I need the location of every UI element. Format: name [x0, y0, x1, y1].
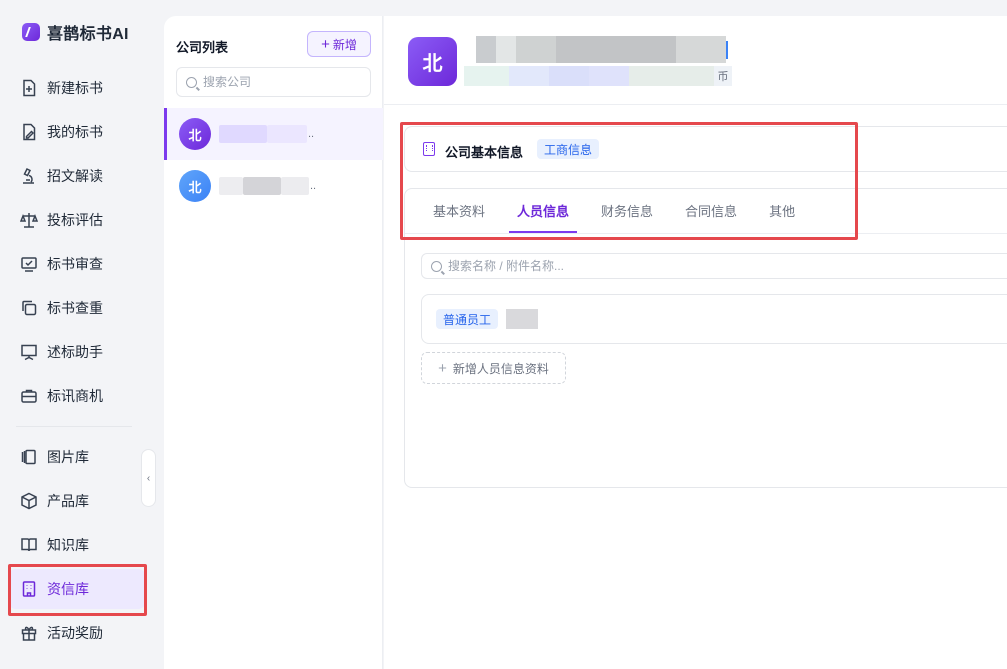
sidebar-item-bid-evaluate[interactable]: 投标评估 — [8, 200, 146, 240]
company-detail-meta-redacted: 币 — [464, 66, 732, 86]
company-name-redacted: .. — [219, 177, 316, 195]
tab-basic-data[interactable]: 基本资料 — [425, 189, 493, 233]
company-name-ellipsis: .. — [310, 180, 317, 192]
sidebar-item-tender-interpret[interactable]: 招文解读 — [8, 156, 146, 196]
microscope-icon — [20, 167, 38, 185]
sidebar-item-label: 知识库 — [47, 537, 89, 553]
sidebar-collapse-button[interactable]: ‹ — [141, 449, 156, 507]
gift-icon — [20, 624, 38, 642]
sidebar-item-credit-library[interactable]: 资信库 — [8, 569, 146, 609]
company-list-panel: 公司列表 + 新增 北 .. 北 .. — [164, 16, 383, 669]
info-tabs: 基本资料 人员信息 财务信息 合同信息 其他 — [425, 189, 819, 233]
add-company-label: 新增 — [332, 37, 357, 52]
sidebar-item-label: 标书审查 — [47, 256, 103, 272]
brand[interactable]: 喜鹊标书AI — [22, 20, 129, 44]
sidebar-item-rewards[interactable]: 活动奖励 — [8, 613, 146, 653]
company-search-box[interactable] — [176, 67, 371, 97]
info-tabs-card: 基本资料 人员信息 财务信息 合同信息 其他 普通员工 + 新增人员信息资料 — [404, 188, 1007, 488]
sidebar-item-label: 标讯商机 — [47, 388, 103, 404]
scale-icon — [20, 211, 38, 229]
gallery-icon — [20, 448, 38, 466]
tabs-divider — [405, 233, 1007, 234]
sidebar-item-label: 产品库 — [47, 493, 89, 509]
business-info-tag[interactable]: 工商信息 — [537, 139, 600, 159]
tab-personnel[interactable]: 人员信息 — [509, 189, 578, 233]
sidebar-item-new-bid[interactable]: 新建标书 — [8, 68, 146, 108]
sidebar-item-label: 资信库 — [47, 581, 89, 597]
sidebar-item-label: 活动奖励 — [47, 625, 103, 641]
sidebar-item-duplicate-check[interactable]: 标书查重 — [8, 288, 146, 328]
brand-name: 喜鹊标书AI — [47, 26, 129, 43]
sidebar-item-knowledge-library[interactable]: 知识库 — [8, 525, 146, 565]
company-detail-name-redacted — [476, 36, 728, 63]
brand-logo-icon — [22, 23, 40, 41]
personnel-list-item[interactable]: 普通员工 — [421, 294, 1007, 344]
sidebar-item-image-library[interactable]: 图片库 — [8, 437, 146, 477]
staff-type-tag: 普通员工 — [436, 309, 499, 329]
basic-info-title: 公司基本信息 — [445, 145, 524, 160]
company-detail-panel: 北 币 公司基本信息 工商信息 基本资料 人员信息 财务信息 合同信息 其他 搜… — [384, 16, 1007, 669]
add-personnel-label: 新增人员信息资料 — [452, 361, 549, 376]
header-divider — [384, 104, 1007, 105]
book-icon — [20, 536, 38, 554]
sidebar-divider — [16, 426, 132, 427]
sidebar-item-label: 述标助手 — [47, 344, 103, 360]
sidebar-item-product-library[interactable]: 产品库 — [8, 481, 146, 521]
add-personnel-button[interactable]: + 新增人员信息资料 — [421, 352, 566, 384]
sidebar-item-label: 我的标书 — [47, 124, 103, 140]
sidebar-item-my-bids[interactable]: 我的标书 — [8, 112, 146, 152]
sidebar-item-presentation[interactable]: 述标助手 — [8, 332, 146, 372]
company-avatar: 北 — [179, 170, 211, 202]
company-list-title: 公司列表 — [176, 40, 229, 55]
company-list-item[interactable]: 北 .. — [164, 160, 383, 212]
currency-label: 币 — [714, 66, 732, 86]
plus-icon: + — [321, 35, 330, 53]
building-icon — [423, 142, 435, 156]
file-edit-icon — [20, 123, 38, 141]
company-list-item[interactable]: 北 .. — [164, 108, 383, 160]
sidebar: 喜鹊标书AI 新建标书 我的标书 招文解读 投标评估 标书审查 标书查重 述标助… — [0, 0, 148, 669]
sidebar-item-label: 投标评估 — [47, 212, 103, 228]
search-icon — [186, 76, 197, 88]
tab-financial[interactable]: 财务信息 — [593, 189, 661, 233]
file-plus-icon — [20, 79, 38, 97]
company-name-ellipsis: .. — [308, 128, 315, 140]
person-name-redacted — [506, 309, 539, 329]
sidebar-item-opportunities[interactable]: 标讯商机 — [8, 376, 146, 416]
plus-icon: + — [438, 359, 447, 377]
personnel-search-box[interactable] — [421, 253, 1007, 279]
tab-contract[interactable]: 合同信息 — [677, 189, 745, 233]
sidebar-item-bid-review[interactable]: 标书审查 — [8, 244, 146, 284]
building-icon — [20, 580, 38, 598]
add-company-button[interactable]: + 新增 — [307, 31, 371, 57]
personnel-search-input[interactable] — [448, 259, 748, 273]
sidebar-item-label: 图片库 — [47, 449, 89, 465]
company-search-input[interactable] — [203, 75, 353, 89]
sidebar-item-label: 招文解读 — [47, 168, 103, 184]
basic-info-card: 公司基本信息 工商信息 — [404, 126, 1007, 172]
presentation-icon — [20, 343, 38, 361]
briefcase-icon — [20, 387, 38, 405]
monitor-check-icon — [20, 255, 38, 273]
company-detail-avatar: 北 — [408, 37, 457, 86]
search-icon — [431, 260, 442, 272]
company-avatar: 北 — [179, 118, 211, 150]
tab-other[interactable]: 其他 — [761, 189, 803, 233]
sidebar-item-label: 新建标书 — [47, 80, 103, 96]
box-icon — [20, 492, 38, 510]
sidebar-item-label: 标书查重 — [47, 300, 103, 316]
company-name-redacted: .. — [219, 125, 314, 143]
copy-icon — [20, 299, 38, 317]
